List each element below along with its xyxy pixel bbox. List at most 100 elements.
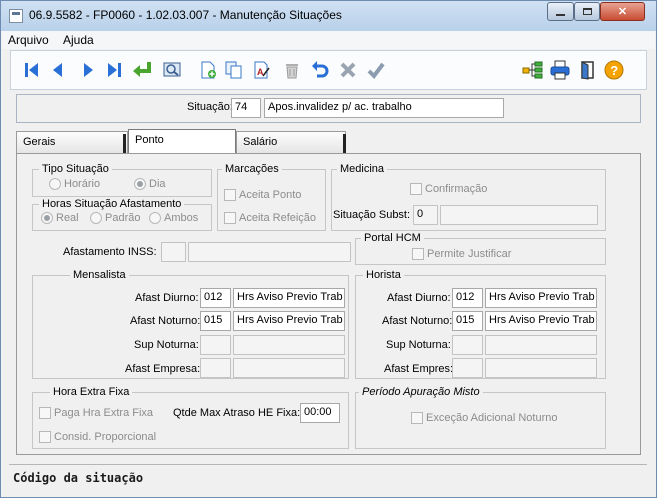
- undo-button[interactable]: [309, 59, 331, 81]
- radio-dia[interactable]: [134, 178, 146, 190]
- situacao-description-field[interactable]: Apos.invalidez p/ ac. trabalho: [264, 98, 504, 118]
- mensalista-afast-noturno-desc[interactable]: Hrs Aviso Previo Trab: [233, 311, 345, 331]
- close-icon: ✕: [617, 6, 628, 18]
- exit-icon: [581, 61, 594, 80]
- mensalista-sup-noturna-code[interactable]: [200, 335, 231, 355]
- permite-justificar-label: Permite Justificar: [427, 248, 512, 260]
- menu-ajuda[interactable]: Ajuda: [63, 33, 94, 47]
- horista-afast-diurno-desc[interactable]: Hrs Aviso Previo Trab: [485, 288, 597, 308]
- status-bar: Código da situação: [9, 464, 647, 491]
- radio-padrao[interactable]: [90, 212, 102, 224]
- tab-panel-ponto: Tipo Situação Horário Dia Horas Situação…: [16, 153, 641, 455]
- tab-gerais[interactable]: Gerais: [16, 131, 128, 153]
- new-icon: [201, 61, 216, 79]
- mensalista-title: Mensalista: [70, 269, 129, 281]
- search-button[interactable]: [161, 59, 183, 81]
- aceita-ponto-checkbox[interactable]: [224, 189, 236, 201]
- horista-afast-empres-code[interactable]: [452, 358, 483, 378]
- tree-button[interactable]: [522, 59, 544, 81]
- tab-salario-edge: [343, 134, 346, 153]
- excecao-adicional-label: Exceção Adicional Noturno: [426, 412, 558, 424]
- menu-bar: Arquivo Ajuda: [2, 31, 655, 49]
- tab-ponto-label: Ponto: [135, 134, 164, 146]
- permite-justificar-checkbox[interactable]: [412, 248, 424, 260]
- afastamento-inss-desc-field[interactable]: [188, 242, 351, 262]
- cancel-button[interactable]: [337, 59, 359, 81]
- prev-record-button[interactable]: [47, 59, 69, 81]
- tipo-situacao-title: Tipo Situação: [39, 163, 112, 175]
- radio-real[interactable]: [41, 212, 53, 224]
- last-record-button[interactable]: [103, 59, 125, 81]
- first-icon: [25, 63, 38, 77]
- afastamento-inss-label: Afastamento INSS:: [63, 246, 157, 258]
- radio-horario[interactable]: [49, 178, 61, 190]
- mensalista-afast-noturno-code[interactable]: 015: [200, 311, 231, 331]
- tab-gerais-edge: [123, 134, 126, 153]
- mensalista-afast-diurno-desc[interactable]: Hrs Aviso Previo Trab: [233, 288, 345, 308]
- return-button[interactable]: [131, 59, 153, 81]
- mensalista-afast-diurno-code[interactable]: 012: [200, 288, 231, 308]
- horista-afast-diurno-label: Afast Diurno:: [387, 292, 451, 304]
- radio-ambos[interactable]: [149, 212, 161, 224]
- confirm-button[interactable]: [365, 59, 387, 81]
- edit-button[interactable]: A: [251, 59, 273, 81]
- horista-afast-noturno-desc[interactable]: Hrs Aviso Previo Trab: [485, 311, 597, 331]
- radio-padrao-label: Padrão: [105, 212, 141, 224]
- aceita-refeicao-checkbox[interactable]: [224, 212, 236, 224]
- paga-hra-extra-checkbox[interactable]: [39, 407, 51, 419]
- mensalista-afast-diurno-label: Afast Diurno:: [135, 292, 199, 304]
- mensalista-afast-empresa-label: Afast Empresa:: [125, 363, 201, 375]
- copy-button[interactable]: [223, 59, 245, 81]
- excecao-adicional-checkbox[interactable]: [411, 412, 423, 424]
- help-icon: ?: [604, 60, 624, 80]
- qtde-max-atraso-field[interactable]: 00:00: [300, 403, 340, 423]
- horista-afast-empres-desc[interactable]: [485, 358, 597, 378]
- situacao-subst-code-field[interactable]: 0: [413, 205, 438, 225]
- new-button[interactable]: [197, 59, 219, 81]
- mensalista-afast-empresa-code[interactable]: [200, 358, 231, 378]
- horista-sup-noturna-code[interactable]: [452, 335, 483, 355]
- edit-icon: A: [254, 61, 270, 79]
- next-record-button[interactable]: [77, 59, 99, 81]
- tab-salario-label: Salário: [243, 136, 278, 148]
- title-bar: 06.9.5582 - FP0060 - 1.02.03.007 - Manut…: [1, 1, 656, 31]
- copy-icon: [225, 61, 242, 79]
- periodo-misto-title: Período Apuração Misto: [359, 386, 483, 398]
- delete-button[interactable]: [281, 59, 303, 81]
- window-title: 06.9.5582 - FP0060 - 1.02.03.007 - Manut…: [29, 8, 342, 22]
- horista-afast-noturno-code[interactable]: 015: [452, 311, 483, 331]
- search-icon: [163, 62, 181, 77]
- minimize-button[interactable]: [547, 2, 574, 21]
- portal-hcm-title: Portal HCM: [361, 232, 424, 244]
- mensalista-sup-noturna-desc[interactable]: [233, 335, 345, 355]
- mensalista-afast-empresa-desc[interactable]: [233, 358, 345, 378]
- menu-arquivo[interactable]: Arquivo: [8, 33, 49, 47]
- confirmacao-checkbox[interactable]: [410, 183, 422, 195]
- situacao-code-field[interactable]: 74: [231, 98, 261, 118]
- main-window: 06.9.5582 - FP0060 - 1.02.03.007 - Manut…: [0, 0, 657, 498]
- situacao-bar: Situação: 74 Apos.invalidez p/ ac. traba…: [16, 94, 641, 123]
- radio-real-label: Real: [56, 212, 79, 224]
- status-text: Código da situação: [13, 471, 144, 485]
- maximize-button[interactable]: [574, 2, 600, 21]
- mensalista-sup-noturna-label: Sup Noturna:: [134, 339, 199, 351]
- tab-ponto[interactable]: Ponto: [128, 129, 236, 153]
- horista-sup-noturna-desc[interactable]: [485, 335, 597, 355]
- print-button[interactable]: [549, 59, 571, 81]
- close-button[interactable]: ✕: [600, 2, 645, 21]
- horista-title: Horista: [363, 269, 404, 281]
- situacao-subst-desc-field[interactable]: [440, 205, 598, 225]
- exit-button[interactable]: [577, 59, 599, 81]
- maximize-icon: [582, 8, 592, 15]
- horista-afast-diurno-code[interactable]: 012: [452, 288, 483, 308]
- mensalista-afast-noturno-label: Afast Noturno:: [130, 315, 201, 327]
- paga-hra-extra-label: Paga Hra Extra Fixa: [54, 407, 154, 419]
- hora-extra-title: Hora Extra Fixa: [50, 386, 133, 398]
- horista-sup-noturna-label: Sup Noturna:: [386, 339, 451, 351]
- afastamento-inss-code-field[interactable]: [161, 242, 186, 262]
- tree-icon: [522, 61, 543, 79]
- first-record-button[interactable]: [21, 59, 43, 81]
- help-button[interactable]: ?: [603, 59, 625, 81]
- consid-proporcional-checkbox[interactable]: [39, 431, 51, 443]
- tab-salario[interactable]: Salário: [236, 131, 346, 153]
